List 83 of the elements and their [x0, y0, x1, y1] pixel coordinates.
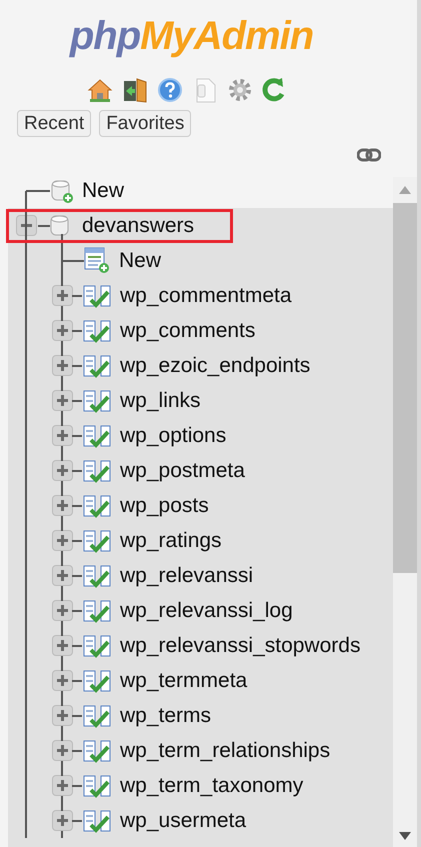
table-name[interactable]: wp_postmeta [120, 454, 245, 486]
expand-toggle[interactable] [52, 705, 73, 726]
table-name[interactable]: wp_terms [120, 700, 212, 732]
table-name[interactable]: wp_options [120, 420, 226, 452]
tree-item[interactable]: New [82, 174, 124, 206]
plus-icon [56, 289, 69, 302]
plus-icon [56, 779, 69, 792]
expand-toggle[interactable] [52, 390, 73, 411]
plus-icon [56, 604, 69, 617]
plus-icon [56, 569, 69, 582]
table-icon [83, 424, 111, 448]
expand-toggle[interactable] [52, 635, 73, 656]
tree-item[interactable]: New [119, 244, 162, 276]
expand-toggle[interactable] [52, 355, 73, 376]
scrollbar-thumb[interactable] [393, 203, 417, 573]
exit-door-icon[interactable] [122, 77, 148, 103]
plus-icon [56, 639, 69, 652]
plus-icon [56, 359, 69, 372]
reload-icon[interactable] [262, 77, 286, 103]
table-name[interactable]: wp_termmeta [120, 664, 248, 696]
table-name[interactable]: wp_relevanssi_stopwords [120, 630, 360, 662]
link-icon[interactable] [357, 148, 381, 162]
table-icon [83, 564, 111, 588]
table-name[interactable]: wp_ratings [120, 524, 222, 556]
plus-icon [56, 324, 69, 337]
table-icon [83, 284, 111, 308]
table-icon [83, 598, 111, 622]
table-icon [83, 668, 111, 692]
table-icon [83, 388, 111, 412]
expand-toggle[interactable] [52, 565, 73, 586]
home-icon[interactable] [87, 77, 113, 103]
table-name[interactable]: wp_ezoic_endpoints [120, 350, 310, 382]
plus-icon [56, 744, 69, 757]
table-name[interactable]: wp_posts [120, 490, 209, 522]
table-name[interactable]: wp_commentmeta [120, 280, 292, 312]
plus-icon [56, 709, 69, 722]
table-name[interactable]: wp_term_taxonomy [120, 770, 304, 802]
plus-icon [56, 429, 69, 442]
table-icon [83, 774, 111, 798]
table-icon [83, 354, 111, 378]
new-database-icon [50, 178, 74, 204]
expand-toggle[interactable] [52, 425, 73, 446]
table-icon [83, 738, 111, 762]
table-icon [83, 808, 111, 832]
table-icon [83, 494, 111, 518]
expand-toggle[interactable] [52, 775, 73, 796]
table-name[interactable]: wp_comments [120, 314, 256, 346]
expand-toggle[interactable] [52, 460, 73, 481]
expand-toggle[interactable] [52, 670, 73, 691]
plus-icon [56, 464, 69, 477]
plus-icon [56, 534, 69, 547]
expand-toggle[interactable] [52, 810, 73, 831]
nav-button[interactable]: Recent [17, 110, 92, 137]
help-icon[interactable] [157, 77, 183, 103]
database-name[interactable]: devanswers [82, 210, 194, 242]
table-icon [83, 634, 111, 658]
expand-toggle[interactable] [52, 495, 73, 516]
table-icon [83, 318, 111, 342]
expand-toggle[interactable] [52, 600, 73, 621]
settings-icon[interactable] [227, 77, 253, 103]
new-table-icon [84, 247, 110, 274]
table-name[interactable]: wp_usermeta [120, 804, 246, 836]
expand-toggle[interactable] [52, 530, 73, 551]
expand-toggle[interactable] [52, 285, 73, 306]
table-name[interactable]: wp_term_relationships [120, 734, 330, 766]
plus-icon [56, 499, 69, 512]
logo: phpMyAdmin [70, 13, 314, 60]
expand-toggle[interactable] [52, 740, 73, 761]
table-name[interactable]: wp_relevanssi [120, 560, 254, 592]
table-name[interactable]: wp_links [120, 384, 201, 416]
nav-button[interactable]: Favorites [99, 110, 192, 137]
table-icon [83, 704, 111, 728]
collapse-toggle[interactable] [16, 215, 37, 236]
plus-icon [56, 674, 69, 687]
scroll-up-icon[interactable] [399, 186, 411, 194]
table-icon [83, 458, 111, 482]
scrollbar[interactable] [393, 177, 417, 847]
plus-icon [56, 394, 69, 407]
plus-icon [56, 814, 69, 827]
expand-toggle[interactable] [52, 320, 73, 341]
scroll-down-icon[interactable] [399, 832, 411, 840]
table-icon [83, 528, 111, 552]
table-name[interactable]: wp_relevanssi_log [120, 594, 293, 626]
